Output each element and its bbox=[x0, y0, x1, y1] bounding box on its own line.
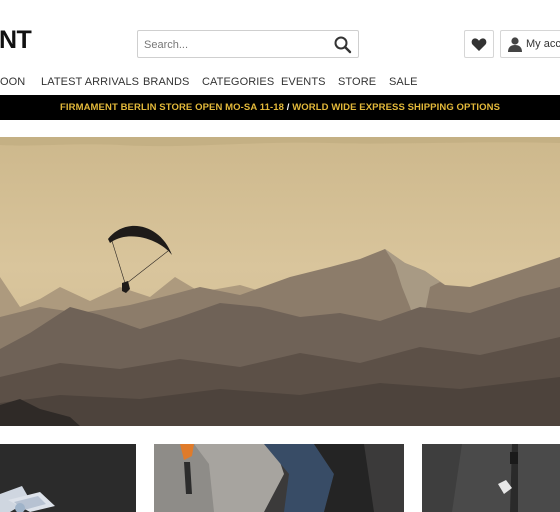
promo-text: FIRMAMENT BERLIN STORE OPEN MO-SA 11-18 … bbox=[0, 102, 560, 113]
main-navigation: OON LATEST ARRIVALS BRANDS CATEGORIES EV… bbox=[0, 76, 560, 92]
promo-separator: / bbox=[286, 102, 290, 113]
heart-icon bbox=[471, 38, 487, 51]
product-image-1 bbox=[0, 444, 136, 512]
account-button[interactable]: My account bbox=[500, 30, 560, 58]
search-input[interactable] bbox=[144, 35, 324, 55]
site-header: NT My account bbox=[0, 0, 560, 70]
site-logo[interactable]: NT bbox=[0, 27, 32, 53]
nav-item-store[interactable]: STORE bbox=[338, 76, 376, 88]
hero-landscape bbox=[0, 137, 560, 426]
promo-shipping[interactable]: WORLD WIDE EXPRESS SHIPPING OPTIONS bbox=[292, 102, 500, 113]
nav-item-categories[interactable]: CATEGORIES bbox=[202, 76, 274, 88]
promo-store-hours[interactable]: FIRMAMENT BERLIN STORE OPEN MO-SA 11-18 bbox=[60, 102, 284, 113]
user-icon bbox=[508, 37, 522, 52]
product-tile-1[interactable] bbox=[0, 444, 136, 512]
search-icon bbox=[334, 36, 352, 54]
product-tile-2[interactable] bbox=[154, 444, 404, 512]
nav-item-brands[interactable]: BRANDS bbox=[143, 76, 189, 88]
account-label: My account bbox=[526, 38, 560, 50]
nav-item-sale[interactable]: SALE bbox=[389, 76, 418, 88]
product-image-3 bbox=[422, 444, 560, 512]
product-image-2 bbox=[154, 444, 404, 512]
hero-image[interactable] bbox=[0, 137, 560, 426]
wishlist-button[interactable] bbox=[464, 30, 494, 58]
promo-banner: FIRMAMENT BERLIN STORE OPEN MO-SA 11-18 … bbox=[0, 95, 560, 120]
nav-item-oon[interactable]: OON bbox=[0, 76, 25, 88]
search-box bbox=[137, 30, 359, 58]
product-tile-3[interactable] bbox=[422, 444, 560, 512]
nav-item-latest-arrivals[interactable]: LATEST ARRIVALS bbox=[41, 76, 139, 88]
search-button[interactable] bbox=[332, 34, 354, 56]
nav-item-events[interactable]: EVENTS bbox=[281, 76, 326, 88]
